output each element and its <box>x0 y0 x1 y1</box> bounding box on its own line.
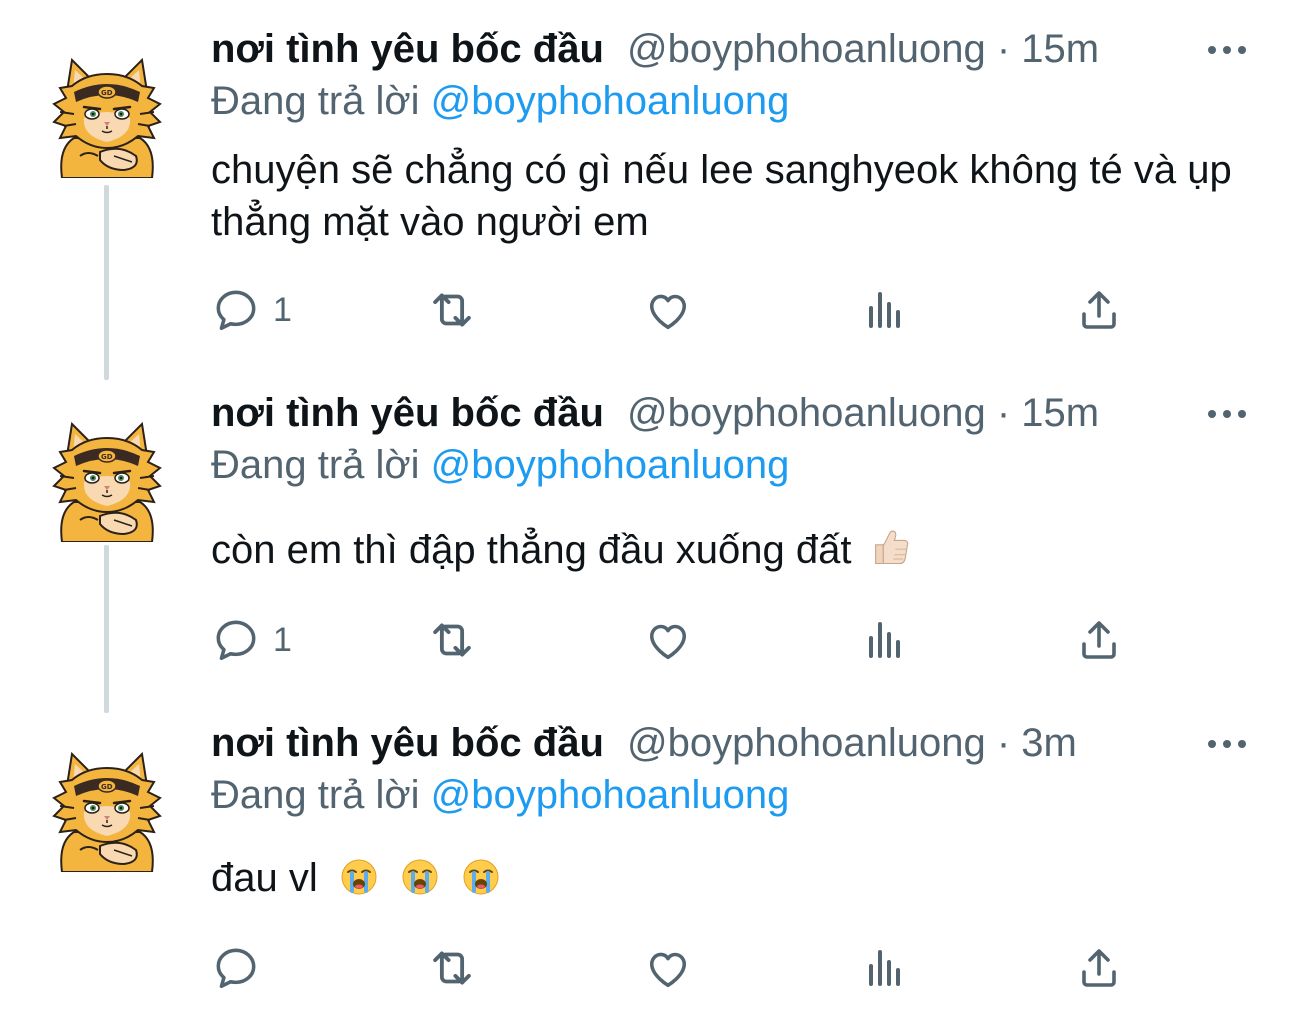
author-name[interactable]: nơi tình yêu bốc đầu <box>211 721 604 765</box>
more-icon[interactable] <box>1206 40 1248 60</box>
tweet[interactable]: nơi tình yêu bốc đầu @boyphohoanluong · … <box>0 24 1290 364</box>
views-icon <box>861 944 909 992</box>
share-icon <box>1075 286 1123 334</box>
retweet-icon <box>425 941 479 995</box>
more-icon[interactable] <box>1206 734 1248 754</box>
tweet-actions: 1 <box>211 610 1211 670</box>
author-name[interactable]: nơi tình yêu bốc đầu <box>211 391 604 435</box>
tweet-text-content: còn em thì đập thẳng đầu xuống đất <box>211 528 852 572</box>
replying-to: Đang trả lời @boyphohoanluong <box>211 770 789 820</box>
reply-count: 1 <box>273 620 292 659</box>
reply-icon <box>211 943 261 993</box>
views-icon <box>861 616 909 664</box>
tweet[interactable]: nơi tình yêu bốc đầu @boyphohoanluong · … <box>0 388 1290 708</box>
views-button[interactable] <box>861 610 909 670</box>
tweet-text: còn em thì đập thẳng đầu xuống đất <box>211 524 1241 576</box>
views-button[interactable] <box>861 280 909 340</box>
replying-to-prefix: Đang trả lời <box>211 79 420 123</box>
reply-icon <box>211 285 261 335</box>
header-separator: · <box>996 721 1011 765</box>
like-icon <box>643 615 693 665</box>
share-button[interactable] <box>1075 280 1123 340</box>
share-button[interactable] <box>1075 610 1123 670</box>
views-icon <box>861 286 909 334</box>
share-button[interactable] <box>1075 938 1123 998</box>
retweet-button[interactable] <box>425 938 479 998</box>
retweet-icon <box>425 613 479 667</box>
replying-to: Đang trả lời @boyphohoanluong <box>211 76 789 126</box>
like-button[interactable] <box>643 610 693 670</box>
header-separator: · <box>996 391 1011 435</box>
avatar[interactable] <box>44 416 170 542</box>
retweet-icon <box>425 283 479 337</box>
crying-face-emoji-icon <box>339 857 379 897</box>
tweet-text-content: đau vl <box>211 856 318 900</box>
author-name[interactable]: nơi tình yêu bốc đầu <box>211 27 604 71</box>
share-icon <box>1075 616 1123 664</box>
tweet-actions <box>211 938 1211 998</box>
author-handle[interactable]: @boyphohoanluong <box>627 27 986 71</box>
like-button[interactable] <box>643 938 693 998</box>
crying-face-emoji-icon <box>461 857 501 897</box>
crying-face-emoji-icon <box>400 857 440 897</box>
like-icon <box>643 943 693 993</box>
like-icon <box>643 285 693 335</box>
views-button[interactable] <box>861 938 909 998</box>
reply-button[interactable] <box>211 938 273 998</box>
retweet-button[interactable] <box>425 280 479 340</box>
tweet[interactable]: nơi tình yêu bốc đầu @boyphohoanluong · … <box>0 718 1290 1008</box>
replying-to-mention[interactable]: @boyphohoanluong <box>431 79 790 123</box>
replying-to-mention[interactable]: @boyphohoanluong <box>431 773 790 817</box>
tweet-timestamp[interactable]: 15m <box>1021 391 1099 435</box>
author-handle[interactable]: @boyphohoanluong <box>627 721 986 765</box>
reply-count: 1 <box>273 290 292 329</box>
replying-to-prefix: Đang trả lời <box>211 443 420 487</box>
share-icon <box>1075 944 1123 992</box>
tweet-text-content: chuyện sẽ chẳng có gì nếu lee sanghyeok … <box>211 148 1232 244</box>
header-separator: · <box>996 27 1011 71</box>
reply-icon <box>211 615 261 665</box>
tweet-header: nơi tình yêu bốc đầu @boyphohoanluong · … <box>211 388 1099 438</box>
thumbs-up-emoji-icon <box>869 525 913 569</box>
author-handle[interactable]: @boyphohoanluong <box>627 391 986 435</box>
retweet-button[interactable] <box>425 610 479 670</box>
tweet-header: nơi tình yêu bốc đầu @boyphohoanluong · … <box>211 24 1099 74</box>
tweet-thread: nơi tình yêu bốc đầu @boyphohoanluong · … <box>0 0 1290 1010</box>
like-button[interactable] <box>643 280 693 340</box>
tweet-text: chuyện sẽ chẳng có gì nếu lee sanghyeok … <box>211 144 1241 248</box>
tweet-timestamp[interactable]: 15m <box>1021 27 1099 71</box>
avatar[interactable] <box>44 746 170 872</box>
tweet-header: nơi tình yêu bốc đầu @boyphohoanluong · … <box>211 718 1077 768</box>
tweet-text: đau vl <box>211 852 1241 904</box>
tweet-actions: 1 <box>211 280 1211 340</box>
replying-to-mention[interactable]: @boyphohoanluong <box>431 443 790 487</box>
avatar[interactable] <box>44 52 170 178</box>
tweet-timestamp[interactable]: 3m <box>1021 721 1077 765</box>
reply-button[interactable]: 1 <box>211 610 292 670</box>
replying-to: Đang trả lời @boyphohoanluong <box>211 440 789 490</box>
replying-to-prefix: Đang trả lời <box>211 773 420 817</box>
reply-button[interactable]: 1 <box>211 280 292 340</box>
more-icon[interactable] <box>1206 404 1248 424</box>
